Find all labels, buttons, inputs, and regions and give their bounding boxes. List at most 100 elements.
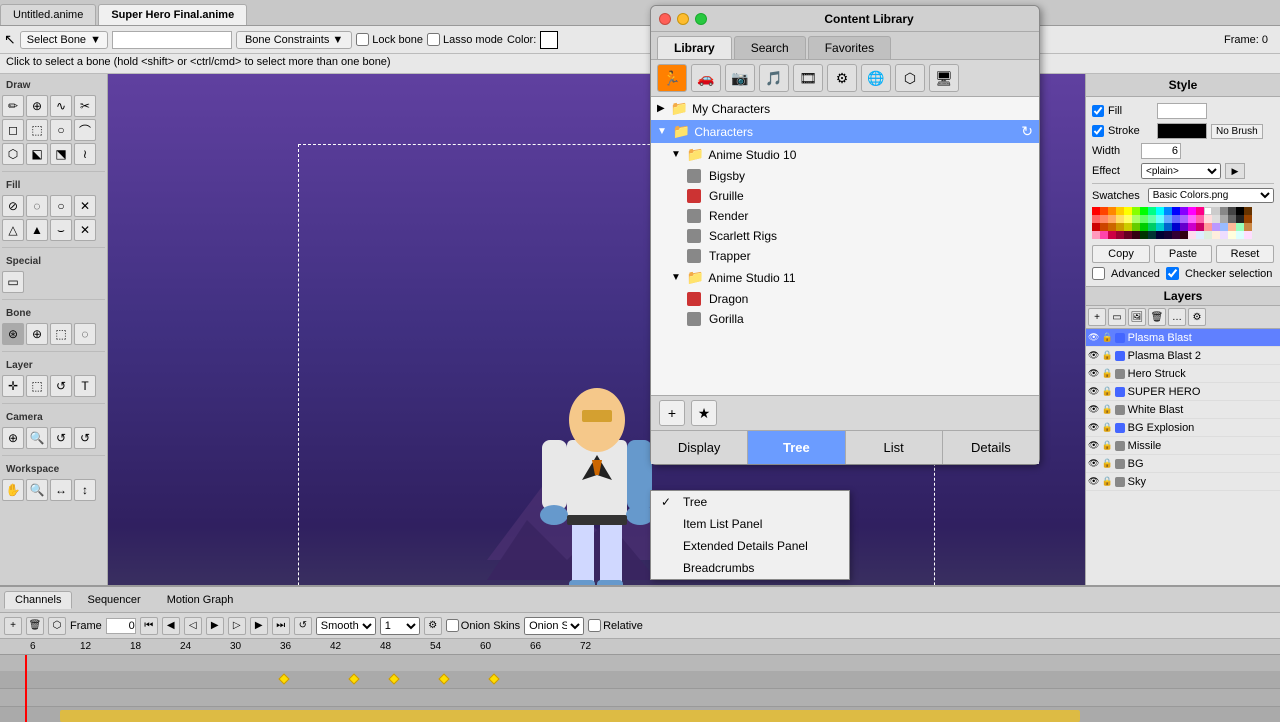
color-cell[interactable] bbox=[1108, 231, 1116, 239]
color-cell[interactable] bbox=[1212, 207, 1220, 215]
stroke-color-swatch[interactable] bbox=[1157, 123, 1207, 139]
color-cell[interactable] bbox=[1148, 223, 1156, 231]
fps-button[interactable]: ⚙ bbox=[424, 617, 442, 635]
advanced-checkbox[interactable] bbox=[1092, 267, 1105, 280]
bone-strength-tool[interactable]: ◌ bbox=[74, 323, 96, 345]
paint-brush-tool[interactable]: ◌ bbox=[26, 195, 48, 217]
color-cell[interactable] bbox=[1220, 215, 1228, 223]
color-cell[interactable] bbox=[1092, 231, 1100, 239]
color-cell[interactable] bbox=[1124, 207, 1132, 215]
keyframe-diamond[interactable] bbox=[438, 673, 449, 684]
flip-v-tool[interactable]: ↕ bbox=[74, 479, 96, 501]
color-cell[interactable] bbox=[1244, 215, 1252, 223]
swatches-select[interactable]: Basic Colors.png bbox=[1148, 188, 1274, 203]
tab-untitled[interactable]: Untitled.anime bbox=[0, 4, 96, 25]
gradient-tool[interactable]: △ bbox=[2, 219, 24, 241]
cl-tree-anime-11[interactable]: ▼ 📁 Anime Studio 11 bbox=[651, 266, 1039, 289]
cl-tree-gruille[interactable]: Gruille bbox=[651, 186, 1039, 206]
cl-tree-gorilla[interactable]: Gorilla bbox=[651, 309, 1039, 329]
cl-tab-search[interactable]: Search bbox=[734, 36, 806, 59]
loop-button[interactable]: ↺ bbox=[294, 617, 312, 635]
stroke-checkbox[interactable] bbox=[1092, 125, 1104, 137]
prev-frame-button[interactable]: ◀ bbox=[162, 617, 180, 635]
delete-keyframe-button[interactable]: 🗑 bbox=[26, 617, 44, 635]
color-cell[interactable] bbox=[1196, 231, 1204, 239]
cl-icon-audio[interactable]: 🎵 bbox=[759, 64, 789, 92]
arc-tool[interactable]: ⌣ bbox=[50, 219, 72, 241]
color-cell[interactable] bbox=[1116, 207, 1124, 215]
reset-camera-tool[interactable]: ↺ bbox=[74, 427, 96, 449]
curve-tool[interactable]: ∿ bbox=[50, 95, 72, 117]
reset-button[interactable]: Reset bbox=[1216, 245, 1274, 263]
layer-item-hero-struck[interactable]: 👁 🔒 Hero Struck bbox=[1086, 365, 1280, 383]
color-cell[interactable] bbox=[1132, 215, 1140, 223]
cl-tree-characters[interactable]: ▼ 📁 Characters ↻ bbox=[651, 120, 1039, 143]
color-cell[interactable] bbox=[1148, 215, 1156, 223]
tab-superhero[interactable]: Super Hero Final.anime bbox=[98, 4, 247, 25]
color-cell[interactable] bbox=[1132, 231, 1140, 239]
effect-button[interactable]: ▶ bbox=[1225, 163, 1245, 179]
ctx-item-list-panel[interactable]: Item List Panel bbox=[651, 513, 849, 535]
reparent-bone-tool[interactable]: ⬚ bbox=[50, 323, 72, 345]
color-cell[interactable] bbox=[1204, 207, 1212, 215]
color-cell[interactable] bbox=[1172, 231, 1180, 239]
pan-camera-tool[interactable]: ⊕ bbox=[2, 427, 24, 449]
hand-tool[interactable]: ✋ bbox=[2, 479, 24, 501]
color-cell[interactable] bbox=[1180, 223, 1188, 231]
frame-input[interactable] bbox=[106, 618, 136, 634]
color-cell[interactable] bbox=[1236, 215, 1244, 223]
color-cell[interactable] bbox=[1156, 215, 1164, 223]
cl-view-display[interactable]: Display bbox=[651, 431, 748, 464]
next-keyframe-button[interactable]: ▷ bbox=[228, 617, 246, 635]
cl-tree-anime-10[interactable]: ▼ 📁 Anime Studio 10 bbox=[651, 143, 1039, 166]
onion-skins-select[interactable]: Onion Skins bbox=[524, 617, 584, 635]
ctx-item-tree[interactable]: ✓ Tree bbox=[651, 491, 849, 513]
color-cell[interactable] bbox=[1108, 215, 1116, 223]
window-maximize-button[interactable] bbox=[695, 13, 707, 25]
color-cell[interactable] bbox=[1156, 207, 1164, 215]
color-cell[interactable] bbox=[1188, 223, 1196, 231]
star-tool[interactable]: ✕ bbox=[74, 219, 96, 241]
color-cell[interactable] bbox=[1196, 223, 1204, 231]
layer-item-bg-explosion[interactable]: 👁 🔒 BG Explosion bbox=[1086, 419, 1280, 437]
cl-tree-my-characters[interactable]: ▶ 📁 My Characters bbox=[651, 97, 1039, 120]
transform-point-tool[interactable]: ⊕ bbox=[26, 95, 48, 117]
select-bone-tool[interactable]: ⊛ bbox=[2, 323, 24, 345]
color-cell[interactable] bbox=[1172, 207, 1180, 215]
cl-view-tree[interactable]: Tree bbox=[748, 431, 845, 464]
playhead[interactable] bbox=[25, 655, 27, 722]
toolbar-nav-icon[interactable]: ↖ bbox=[4, 31, 16, 48]
color-cell[interactable] bbox=[1180, 215, 1188, 223]
color-cell[interactable] bbox=[1156, 231, 1164, 239]
layers-image-button[interactable]: 🖼 bbox=[1128, 308, 1146, 326]
layer-item-missile[interactable]: 👁 🔒 Missile bbox=[1086, 437, 1280, 455]
color-cell[interactable] bbox=[1148, 207, 1156, 215]
layer-item-super-hero[interactable]: 👁 🔒 SUPER HERO bbox=[1086, 383, 1280, 401]
layers-new-button[interactable]: + bbox=[1088, 308, 1106, 326]
cl-icon-characters[interactable]: 🏃 bbox=[657, 64, 687, 92]
color-cell[interactable] bbox=[1172, 215, 1180, 223]
go-start-button[interactable]: ⏮ bbox=[140, 617, 158, 635]
color-cell[interactable] bbox=[1100, 231, 1108, 239]
cl-add-button[interactable]: + bbox=[659, 400, 685, 426]
color-cell[interactable] bbox=[1236, 207, 1244, 215]
delete-edge-tool[interactable]: ✂ bbox=[74, 95, 96, 117]
cl-tree-scarlett-rigs[interactable]: Scarlett Rigs bbox=[651, 226, 1039, 246]
color-cell[interactable] bbox=[1100, 223, 1108, 231]
keyframe-diamond[interactable] bbox=[488, 673, 499, 684]
color-cell[interactable] bbox=[1172, 223, 1180, 231]
color-cell[interactable] bbox=[1204, 215, 1212, 223]
color-cell[interactable] bbox=[1140, 215, 1148, 223]
show-bones-button[interactable]: ⬡ bbox=[48, 617, 66, 635]
color-cell[interactable] bbox=[1212, 223, 1220, 231]
smooth-select[interactable]: Smooth bbox=[316, 617, 376, 635]
layers-settings-button[interactable]: ⚙ bbox=[1188, 308, 1206, 326]
color-cell[interactable] bbox=[1220, 223, 1228, 231]
paint-tool[interactable]: ≀ bbox=[74, 143, 96, 165]
noise-tool[interactable]: ⬔ bbox=[50, 143, 72, 165]
rotate-layer-tool[interactable]: ↺ bbox=[50, 375, 72, 397]
color-cell[interactable] bbox=[1204, 231, 1212, 239]
count-select[interactable]: 1 bbox=[380, 617, 420, 635]
color-cell[interactable] bbox=[1124, 223, 1132, 231]
flip-h-tool[interactable]: ↔ bbox=[50, 479, 72, 501]
